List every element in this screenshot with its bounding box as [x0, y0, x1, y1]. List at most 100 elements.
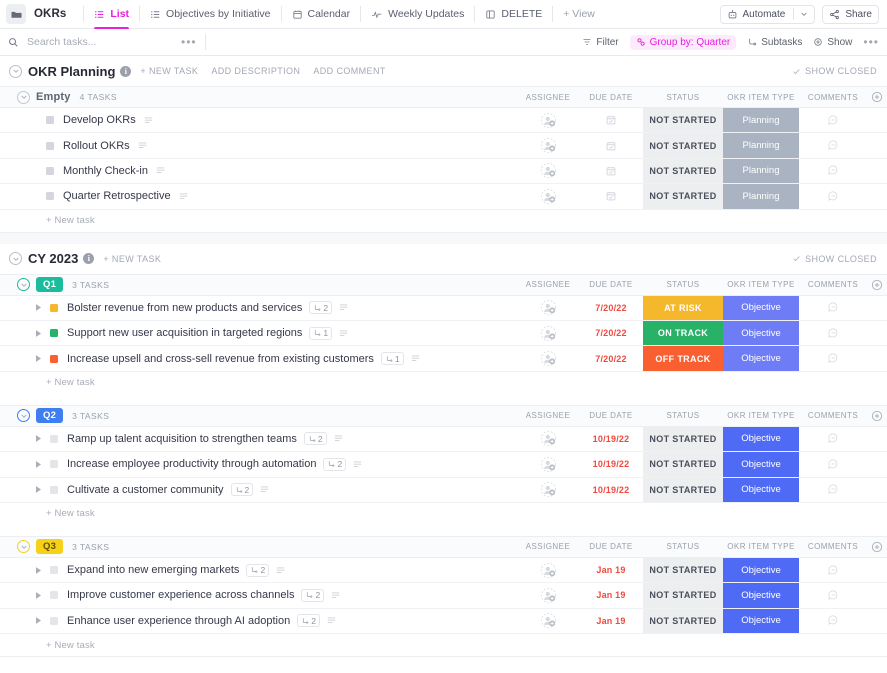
collapse-list-icon[interactable] — [9, 64, 22, 78]
comment-icon[interactable] — [827, 432, 840, 445]
task-name-cell[interactable]: Expand into new emerging markets 2 — [0, 563, 517, 577]
avatar-placeholder-icon[interactable] — [540, 112, 557, 129]
status-badge[interactable]: NOT STARTED — [643, 477, 723, 502]
group-badge[interactable]: Q1 — [36, 277, 64, 293]
assignee-cell[interactable] — [517, 609, 579, 633]
table-row[interactable]: Rollout OKRs NOT STARTED Planning — [0, 133, 887, 159]
task-name-cell[interactable]: Quarter Retrospective — [0, 190, 517, 202]
expand-subtasks-icon[interactable] — [36, 486, 46, 494]
toolbar-overflow-icon[interactable]: ••• — [863, 36, 879, 48]
add-column-button[interactable] — [867, 91, 887, 103]
filter-show[interactable]: Show — [813, 37, 852, 48]
table-row[interactable]: Develop OKRs NOT STARTED Planning — [0, 108, 887, 134]
table-row[interactable]: Cultivate a customer community 2 10/19/22 N… — [0, 477, 887, 503]
avatar-placeholder-icon[interactable] — [540, 481, 557, 498]
task-name[interactable]: Improve customer experience across chann… — [67, 589, 294, 601]
assignee-cell[interactable] — [517, 583, 579, 607]
due-date-cell[interactable] — [579, 159, 643, 183]
table-row[interactable]: Expand into new emerging markets 2 Jan 19 N… — [0, 557, 887, 584]
status-square-icon[interactable] — [46, 116, 54, 125]
status-badge[interactable]: NOT STARTED — [643, 158, 723, 184]
comment-icon[interactable] — [827, 190, 840, 203]
subtask-count-badge[interactable]: 2 — [301, 588, 325, 602]
status-square-icon[interactable] — [50, 616, 58, 625]
comment-icon[interactable] — [827, 589, 840, 602]
task-name-cell[interactable]: Ramp up talent acquisition to strengthen… — [0, 432, 517, 446]
comment-icon[interactable] — [827, 327, 840, 340]
task-list-scroller[interactable]: OKR Planning i + NEW TASK ADD DESCRIPTION AD… — [0, 56, 887, 673]
due-date-cell[interactable]: Jan 19 — [579, 558, 643, 582]
expand-subtasks-icon[interactable] — [36, 329, 46, 337]
status-square-icon[interactable] — [46, 192, 54, 201]
status-badge[interactable]: NOT STARTED — [643, 452, 723, 477]
okr-item-type-badge[interactable]: Objective — [723, 320, 799, 346]
new-task-button[interactable]: + New task — [0, 209, 887, 232]
status-square-icon[interactable] — [46, 166, 54, 175]
table-row[interactable]: Quarter Retrospective NOT STARTED Planning — [0, 184, 887, 210]
comment-icon[interactable] — [827, 352, 840, 365]
assignee-cell[interactable] — [517, 558, 579, 582]
status-square-icon[interactable] — [50, 303, 58, 312]
assignee-cell[interactable] — [517, 108, 579, 132]
comments-cell[interactable] — [799, 108, 867, 132]
comments-cell[interactable] — [799, 609, 867, 633]
expand-subtasks-icon[interactable] — [36, 592, 46, 599]
collapse-list-icon[interactable] — [9, 252, 22, 266]
group-badge[interactable]: Q3 — [36, 539, 64, 555]
column-header-status[interactable]: STATUS — [643, 542, 723, 551]
assignee-cell[interactable] — [517, 452, 579, 476]
list-action-new-task[interactable]: + NEW TASK — [103, 254, 161, 264]
due-date-cell[interactable] — [579, 184, 643, 208]
column-header-comments[interactable]: COMMENTS — [799, 411, 867, 420]
group-badge[interactable]: Empty — [36, 90, 71, 105]
task-name[interactable]: Bolster revenue from new products and se… — [67, 302, 302, 314]
comment-icon[interactable] — [827, 483, 840, 496]
okr-item-type-badge[interactable]: Planning — [723, 184, 799, 209]
status-badge[interactable]: NOT STARTED — [643, 108, 723, 133]
avatar-placeholder-icon[interactable] — [540, 137, 557, 154]
table-row[interactable]: Increase employee productivity through a… — [0, 452, 887, 478]
subtask-count-badge[interactable]: 1 — [309, 326, 333, 340]
collapse-group-icon[interactable] — [17, 540, 30, 554]
due-date-cell[interactable] — [579, 108, 643, 132]
tab-calendar[interactable]: Calendar — [290, 0, 353, 29]
task-name[interactable]: Cultivate a customer community — [67, 484, 224, 496]
due-date-cell[interactable]: Jan 19 — [579, 609, 643, 633]
comments-cell[interactable] — [799, 346, 867, 370]
due-date-cell[interactable]: 10/19/22 — [579, 478, 643, 502]
comments-cell[interactable] — [799, 583, 867, 607]
status-square-icon[interactable] — [50, 329, 58, 338]
due-date-cell[interactable]: 10/19/22 — [579, 452, 643, 476]
comments-cell[interactable] — [799, 321, 867, 345]
assignee-cell[interactable] — [517, 159, 579, 183]
filter-subtasks[interactable]: Subtasks — [747, 37, 802, 48]
avatar-placeholder-icon[interactable] — [540, 612, 557, 629]
comment-icon[interactable] — [827, 114, 840, 127]
column-header-status[interactable]: STATUS — [643, 411, 723, 420]
column-header-comments[interactable]: COMMENTS — [799, 280, 867, 289]
task-name-cell[interactable]: Develop OKRs — [0, 114, 517, 126]
calendar-icon[interactable] — [605, 114, 617, 126]
description-icon[interactable] — [275, 565, 286, 576]
column-header-assignee[interactable]: ASSIGNEE — [517, 93, 579, 102]
description-icon[interactable] — [143, 115, 154, 126]
search-icon[interactable] — [8, 37, 19, 48]
assignee-cell[interactable] — [517, 346, 579, 370]
add-column-button[interactable] — [867, 410, 887, 422]
task-name-cell[interactable]: Enhance user experience through AI adopt… — [0, 614, 517, 628]
comment-icon[interactable] — [827, 139, 840, 152]
comments-cell[interactable] — [799, 159, 867, 183]
status-badge[interactable]: NOT STARTED — [643, 426, 723, 452]
avatar-placeholder-icon[interactable] — [540, 162, 557, 179]
okr-item-type-badge[interactable]: Planning — [723, 133, 799, 158]
task-name[interactable]: Quarter Retrospective — [63, 190, 171, 202]
description-icon[interactable] — [338, 328, 349, 339]
table-row[interactable]: Ramp up talent acquisition to strengthen… — [0, 426, 887, 453]
column-header-status[interactable]: STATUS — [643, 280, 723, 289]
status-badge[interactable]: NOT STARTED — [643, 133, 723, 158]
collapse-group-icon[interactable] — [17, 409, 30, 423]
due-date-cell[interactable] — [579, 133, 643, 157]
column-header-assignee[interactable]: ASSIGNEE — [517, 542, 579, 551]
task-name-cell[interactable]: Rollout OKRs — [0, 140, 517, 152]
collapse-group-icon[interactable] — [17, 90, 30, 104]
